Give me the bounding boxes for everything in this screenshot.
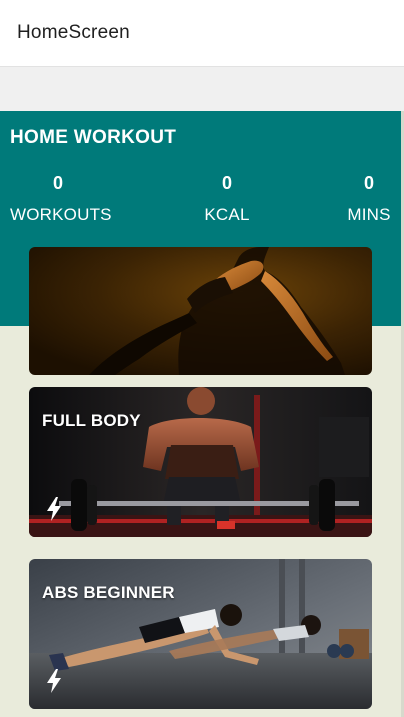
workout-card-full-body[interactable]: FULL BODY bbox=[29, 387, 372, 537]
stat-mins: 0 MINS bbox=[342, 173, 396, 225]
stat-mins-value: 0 bbox=[363, 173, 374, 193]
stat-workouts: 0 WORKOUTS bbox=[10, 173, 112, 225]
summary-title: HOME WORKOUT bbox=[10, 127, 177, 148]
lightning-bolt-icon bbox=[47, 497, 61, 521]
lightning-bolt-icon bbox=[47, 669, 61, 693]
app-bar-title: HomeScreen bbox=[17, 22, 130, 43]
hero-banner-card[interactable] bbox=[29, 247, 372, 375]
stat-kcal-label: KCAL bbox=[204, 205, 250, 224]
full-body-title: FULL BODY bbox=[42, 411, 141, 430]
stat-kcal-value: 0 bbox=[221, 173, 232, 193]
hero-banner-image bbox=[29, 247, 372, 375]
stat-kcal: 0 KCAL bbox=[197, 173, 257, 225]
home-screen: HomeScreen HOME WORKOUT 0 WORKOUTS 0 KCA… bbox=[0, 0, 404, 717]
abs-beginner-image bbox=[29, 559, 372, 709]
header-spacer bbox=[0, 67, 404, 111]
stat-mins-label: MINS bbox=[347, 205, 391, 224]
abs-beginner-title: ABS BEGINNER bbox=[42, 583, 175, 602]
app-bar: HomeScreen bbox=[0, 0, 404, 67]
stat-workouts-label: WORKOUTS bbox=[10, 205, 112, 224]
full-body-image bbox=[29, 387, 372, 537]
stat-workouts-value: 0 bbox=[52, 173, 63, 193]
workout-card-abs-beginner[interactable]: ABS BEGINNER bbox=[29, 559, 372, 709]
